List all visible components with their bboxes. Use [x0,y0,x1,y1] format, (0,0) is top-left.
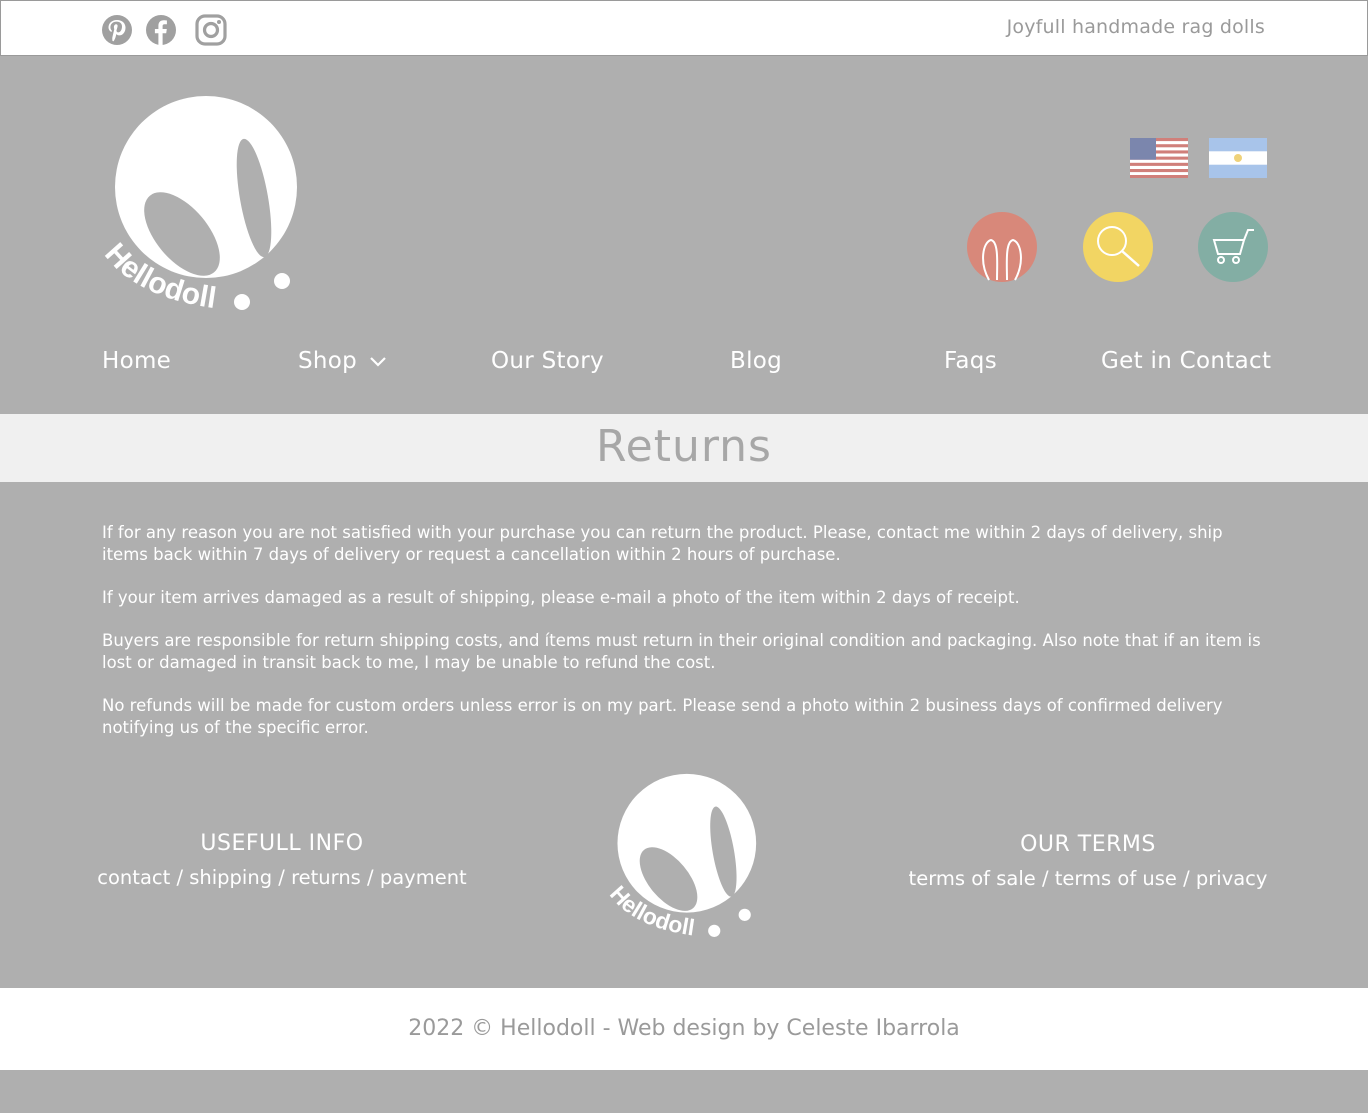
search-button[interactable] [1083,212,1153,282]
page-title: Returns [596,421,772,472]
footer-link-payment[interactable]: payment [380,866,467,889]
footer-link-privacy[interactable]: privacy [1196,867,1268,890]
nav-faqs[interactable]: Faqs [944,348,997,374]
account-button[interactable] [967,212,1037,282]
copyright-bar: 2022 © Hellodoll - Web design by Celeste… [0,988,1368,1070]
footer-link-terms-of-sale[interactable]: terms of sale [909,867,1036,890]
instagram-icon[interactable] [194,13,228,47]
page-title-band: Returns [0,414,1368,482]
bunny-ears-icon [982,238,1022,281]
facebook-icon[interactable] [144,13,178,47]
hellodoll-footer-logo[interactable]: Hellodoll [603,772,763,948]
footer-link-returns[interactable]: returns [291,866,361,889]
our-terms-heading: OUR TERMS [1020,832,1156,857]
cart-icon [1212,229,1254,264]
footer-link-shipping[interactable]: shipping [189,866,272,889]
nav-blog[interactable]: Blog [730,348,782,374]
footer-link-contact[interactable]: contact [97,866,170,889]
hellodoll-logo[interactable]: Hellodoll [96,94,306,324]
usefull-info: USEFULL INFO contact / shipping / return… [82,831,482,889]
footer-link-terms-of-use[interactable]: terms of use [1055,867,1177,890]
usefull-info-links: contact / shipping / returns / payment [97,866,467,889]
search-icon [1097,226,1140,267]
usefull-info-heading: USEFULL INFO [200,831,364,856]
our-terms: OUR TERMS terms of sale / terms of use /… [888,832,1288,890]
argentina-flag-icon[interactable] [1209,138,1267,178]
returns-paragraph: No refunds will be made for custom order… [102,696,1223,737]
nav-shop-label: Shop [298,348,358,374]
returns-paragraph: If your item arrives damaged as a result… [102,588,1020,607]
pinterest-icon[interactable] [100,13,134,47]
top-bar: Joyfull handmade rag dolls [0,0,1368,56]
copyright-text: 2022 © Hellodoll - Web design by Celeste… [408,1016,960,1041]
returns-paragraph: If for any reason you are not satisfied … [102,523,1223,564]
our-terms-links: terms of sale / terms of use / privacy [908,867,1268,890]
nav-home[interactable]: Home [102,348,171,374]
cart-button[interactable] [1198,212,1268,282]
us-flag-icon[interactable] [1130,138,1188,178]
nav-get-in-contact[interactable]: Get in Contact [1101,348,1271,374]
returns-content: If for any reason you are not satisfied … [102,522,1272,760]
tagline: Joyfull handmade rag dolls [1006,16,1265,38]
nav-our-story[interactable]: Our Story [491,348,604,374]
chevron-down-icon [369,357,386,367]
site-header: Hellodoll Home Shop Our Story Blog Faqs … [0,56,1368,413]
nav-shop[interactable]: Shop [298,348,387,374]
returns-paragraph: Buyers are responsible for return shippi… [102,631,1261,672]
